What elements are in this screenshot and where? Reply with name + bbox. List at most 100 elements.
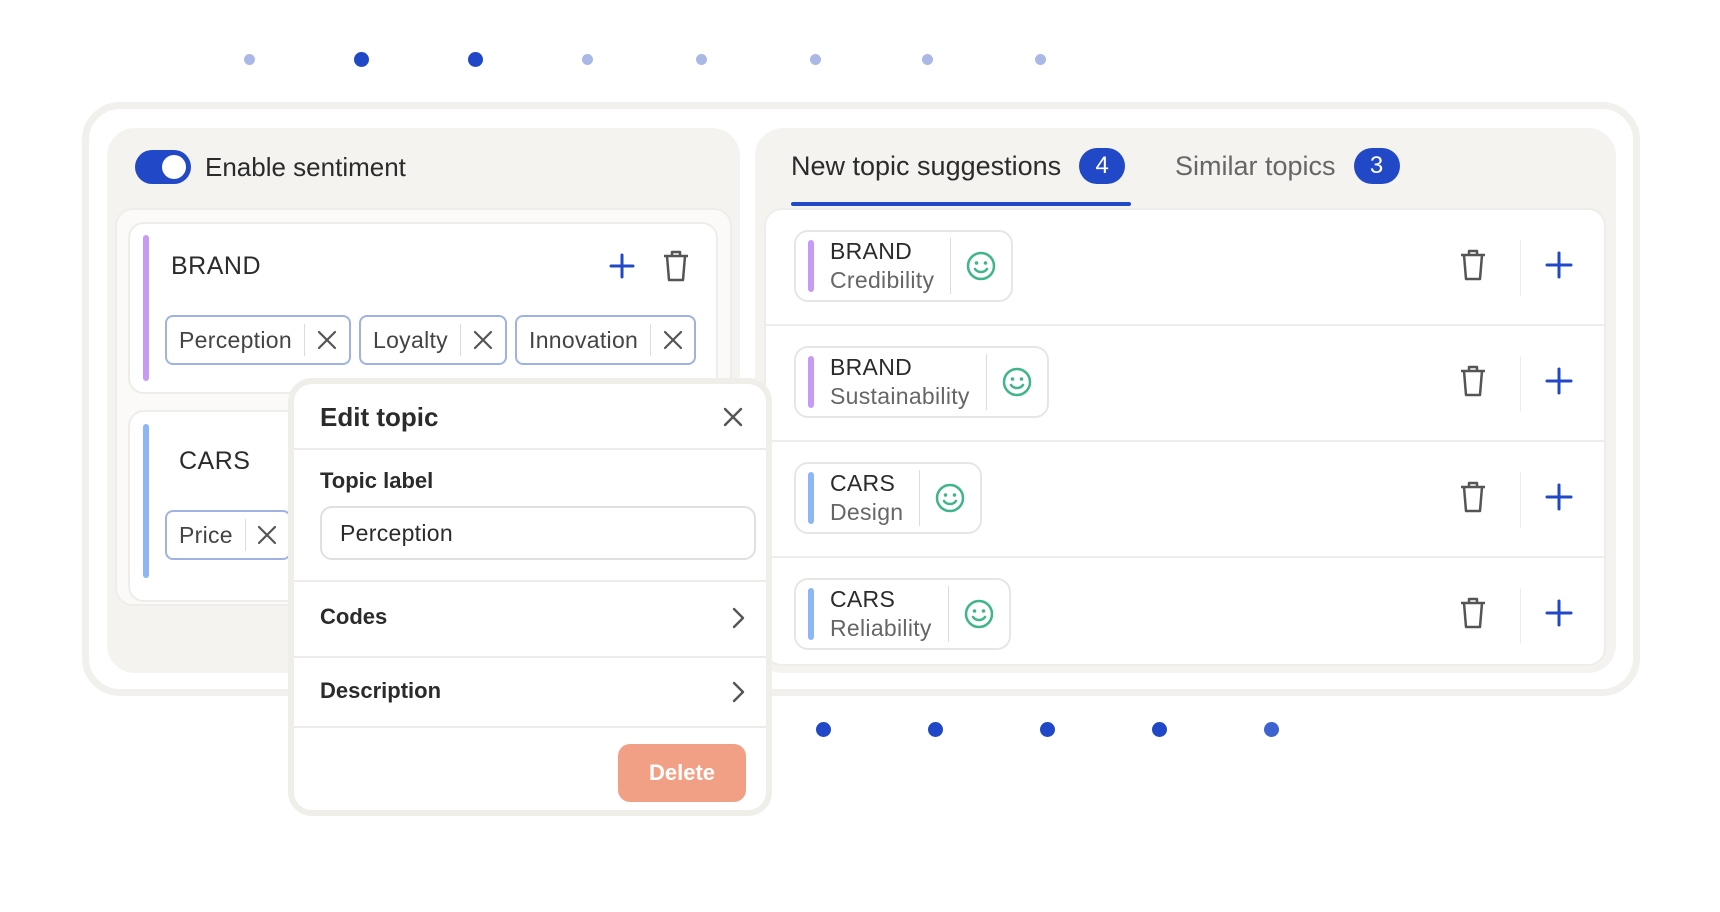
code-chip-label: Loyalty (373, 326, 448, 353)
trash-icon (1461, 597, 1485, 629)
topic-accent-bar (143, 235, 149, 381)
tab-label: Similar topics (1175, 150, 1336, 181)
suggestion-chip[interactable]: BRAND Sustainability (794, 346, 1049, 418)
close-icon (663, 330, 682, 350)
close-modal-button[interactable] (718, 402, 748, 432)
suggestion-topic: Sustainability (830, 383, 970, 409)
close-icon (317, 330, 337, 350)
remove-code-button[interactable] (461, 317, 505, 363)
suggestion-row: BRAND Sustainability (766, 326, 1604, 442)
sentiment-button[interactable] (951, 232, 1011, 300)
smile-icon (1002, 367, 1031, 397)
carousel-dot[interactable] (816, 722, 831, 737)
suggestion-category: CARS (830, 470, 896, 496)
remove-code-button[interactable] (305, 317, 349, 363)
code-chip[interactable]: Innovation (515, 315, 696, 365)
topic-label-heading: Topic label (320, 468, 434, 493)
code-chip[interactable]: Price (165, 510, 291, 560)
dismiss-suggestion-button[interactable] (1458, 480, 1490, 518)
suggestion-row: CARS Reliability (766, 558, 1604, 664)
smile-icon (967, 251, 996, 281)
sentiment-button[interactable] (949, 580, 1009, 648)
delete-topic-button[interactable] (658, 246, 694, 286)
suggestion-text: CARS Design (814, 469, 919, 527)
sentiment-button[interactable] (920, 464, 980, 532)
smile-icon (964, 599, 993, 629)
action-divider (1520, 356, 1521, 412)
suggestion-chip[interactable]: BRAND Credibility (794, 230, 1014, 302)
description-expand-button[interactable] (726, 680, 750, 704)
carousel-dot[interactable] (928, 722, 943, 737)
divider (294, 448, 766, 450)
description-row-label[interactable]: Description (320, 678, 441, 704)
close-icon (473, 330, 493, 350)
suggestion-chip[interactable]: CARS Reliability (794, 578, 1011, 650)
trash-icon (1461, 249, 1485, 281)
topic-name: CARS (179, 447, 251, 475)
suggestion-text: CARS Reliability (814, 585, 948, 643)
add-suggestion-button[interactable] (1544, 366, 1576, 398)
sentiment-toggle[interactable] (135, 150, 191, 184)
carousel-dot[interactable] (1040, 722, 1055, 737)
carousel-dot[interactable] (1152, 722, 1167, 737)
codes-expand-button[interactable] (726, 606, 750, 630)
suggestion-topic: Credibility (830, 267, 935, 293)
suggestion-text: BRAND Credibility (814, 237, 950, 295)
carousel-dot-active[interactable] (468, 52, 483, 67)
add-suggestion-button[interactable] (1544, 250, 1576, 282)
dismiss-suggestion-button[interactable] (1458, 596, 1490, 634)
add-suggestion-button[interactable] (1544, 482, 1576, 514)
carousel-dot[interactable] (810, 54, 821, 65)
carousel-dot[interactable] (696, 54, 707, 65)
trash-icon (664, 250, 688, 282)
remove-code-button[interactable] (246, 512, 289, 558)
suggestions-list: BRAND Credibility BRAND Sustainability C… (764, 208, 1606, 666)
close-icon (723, 407, 743, 427)
smile-icon (936, 483, 965, 513)
count-badge: 4 (1079, 148, 1126, 184)
codes-row-label[interactable]: Codes (320, 604, 387, 630)
add-suggestion-button[interactable] (1544, 598, 1576, 630)
carousel-dot[interactable] (1035, 54, 1046, 65)
trash-icon (1461, 481, 1485, 513)
modal-title: Edit topic (320, 402, 439, 432)
carousel-dot[interactable] (582, 54, 593, 65)
remove-code-button[interactable] (651, 317, 694, 363)
suggestion-text: BRAND Sustainability (814, 353, 986, 411)
suggestion-row: BRAND Credibility (766, 210, 1604, 326)
code-chip[interactable]: Perception (165, 315, 351, 365)
tab-similar-topics[interactable]: Similar topics 3 (1175, 148, 1400, 184)
action-divider (1520, 588, 1521, 644)
sentiment-button[interactable] (987, 348, 1047, 416)
code-chip[interactable]: Loyalty (359, 315, 507, 365)
chevron-right-icon (732, 681, 745, 703)
plus-icon (1545, 251, 1573, 279)
code-chip-label: Innovation (529, 326, 639, 353)
delete-topic-button[interactable]: Delete (618, 744, 746, 802)
topic-accent-bar (143, 424, 149, 578)
plus-icon (1545, 367, 1573, 395)
carousel-dot-active[interactable] (354, 52, 369, 67)
carousel-dot[interactable] (244, 54, 255, 65)
toggle-knob (162, 155, 186, 179)
carousel-dot[interactable] (922, 54, 933, 65)
topic-label-input[interactable]: Perception (320, 506, 756, 560)
tab-new-topic-suggestions[interactable]: New topic suggestions 4 (791, 148, 1126, 184)
suggestion-row: CARS Design (766, 442, 1604, 558)
chevron-right-icon (732, 607, 745, 629)
suggestion-chip[interactable]: CARS Design (794, 462, 983, 534)
dismiss-suggestion-button[interactable] (1458, 364, 1490, 402)
suggestion-category: BRAND (830, 354, 913, 380)
tab-label: New topic suggestions (791, 150, 1062, 181)
plus-icon (609, 253, 635, 279)
add-code-button[interactable] (604, 248, 640, 284)
active-tab-indicator (791, 202, 1131, 206)
suggestion-category: BRAND (830, 238, 913, 264)
suggestion-topic: Design (830, 499, 904, 525)
code-chip-label: Perception (179, 326, 292, 353)
edit-topic-modal: Edit topic Topic label Perception Codes … (288, 378, 772, 816)
carousel-dot[interactable] (1264, 722, 1279, 737)
suggestion-category: CARS (830, 586, 896, 612)
close-icon (258, 525, 277, 545)
dismiss-suggestion-button[interactable] (1458, 248, 1490, 286)
